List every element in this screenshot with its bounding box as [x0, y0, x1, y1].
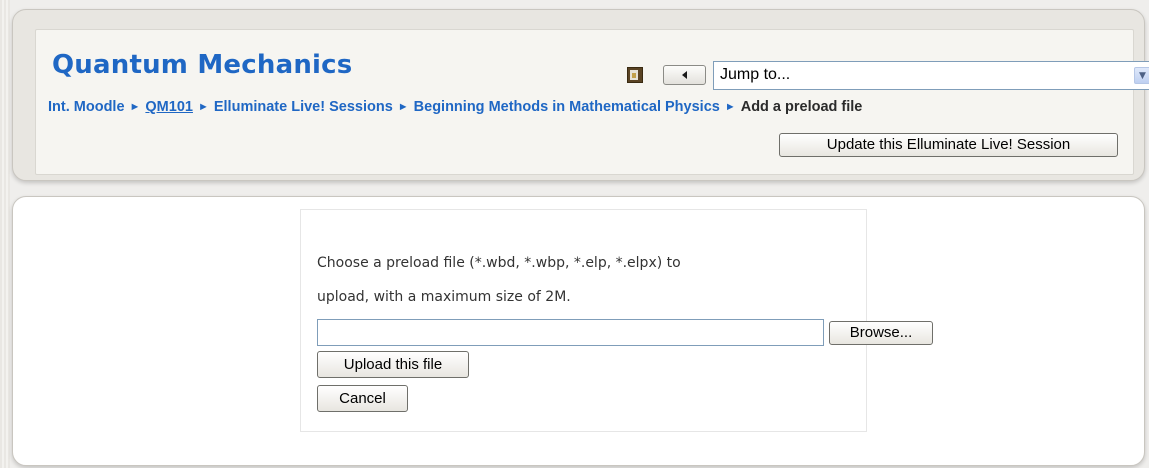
upload-instructions-line: Choose a preload file (*.wbd, *.wbp, *.e…: [317, 255, 681, 271]
page-title: Quantum Mechanics: [52, 50, 353, 80]
breadcrumb-separator-icon: ►: [197, 101, 209, 113]
triangle-left-icon: [682, 71, 687, 79]
breadcrumb-separator-icon: ►: [397, 101, 409, 113]
breadcrumb: Int. Moodle ► QM101 ► Elluminate Live! S…: [48, 99, 862, 115]
update-session-button[interactable]: Update this Elluminate Live! Session: [779, 133, 1118, 157]
file-path-input[interactable]: [317, 319, 824, 346]
breadcrumb-item-int-moodle[interactable]: Int. Moodle: [48, 99, 125, 115]
breadcrumb-item-elluminate-sessions[interactable]: Elluminate Live! Sessions: [214, 99, 393, 115]
jump-to-select[interactable]: Jump to... ▼: [713, 61, 1149, 90]
jump-to-value: Jump to...: [720, 66, 791, 83]
upload-instructions: Choose a preload file (*.wbd, *.wbp, *.e…: [317, 246, 817, 314]
breadcrumb-current: Add a preload file: [740, 99, 863, 115]
breadcrumb-separator-icon: ►: [129, 101, 141, 113]
upload-file-button[interactable]: Upload this file: [317, 351, 469, 378]
browse-button[interactable]: Browse...: [829, 321, 933, 345]
previous-activity-button[interactable]: [663, 65, 706, 85]
chevron-down-icon[interactable]: ▼: [1134, 67, 1149, 84]
breadcrumb-item-qm101[interactable]: QM101: [145, 99, 193, 115]
upload-instructions-line: upload, with a maximum size of 2M.: [317, 289, 571, 305]
course-block-icon[interactable]: [627, 67, 643, 83]
breadcrumb-separator-icon: ►: [724, 101, 736, 113]
cancel-button[interactable]: Cancel: [317, 385, 408, 412]
page-edge-decoration: [0, 0, 10, 468]
breadcrumb-item-session[interactable]: Beginning Methods in Mathematical Physic…: [414, 99, 720, 115]
